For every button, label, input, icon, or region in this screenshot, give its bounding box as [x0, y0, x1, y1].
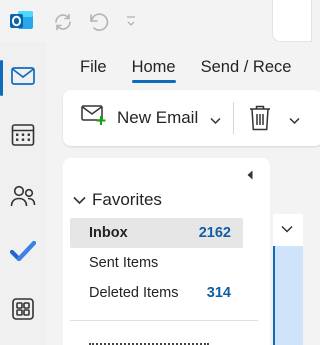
unread-count: 2162	[198, 225, 231, 241]
ribbon-toolbar: New Email	[63, 90, 320, 146]
favorites-label: Favorites	[92, 190, 162, 209]
folder-label: Inbox	[89, 225, 128, 241]
delete-dropdown-icon[interactable]	[289, 112, 300, 130]
sync-icon[interactable]	[52, 11, 74, 33]
message-list	[273, 214, 303, 345]
rail-item-mail[interactable]	[0, 56, 46, 100]
folder-pane: Favorites Inbox 2162 Sent Items Deleted …	[63, 158, 270, 345]
favorites-header[interactable]: Favorites	[73, 190, 162, 210]
collapse-pane-icon[interactable]	[245, 168, 255, 186]
new-email-label: New Email	[117, 107, 199, 127]
folder-label: Deleted Items	[89, 285, 179, 301]
rail-item-todo[interactable]	[0, 231, 46, 275]
tab-file[interactable]: File	[80, 58, 107, 83]
apps-icon	[12, 297, 34, 325]
new-email-button[interactable]: New Email	[81, 104, 198, 131]
ribbon-tabs: File Home Send / Rece	[80, 58, 316, 83]
todo-check-icon	[9, 240, 37, 266]
filter-chevron-down-icon[interactable]	[281, 220, 293, 238]
outlook-logo-icon	[10, 10, 34, 32]
new-email-icon	[81, 104, 107, 131]
rail-item-apps[interactable]	[0, 289, 46, 333]
unread-count: 314	[206, 285, 231, 301]
outlook-window: File Home Send / Rece New Email Favorite…	[0, 0, 320, 345]
trash-icon[interactable]	[249, 105, 271, 136]
mail-icon	[11, 66, 35, 90]
undo-icon[interactable]	[87, 11, 109, 33]
search-box[interactable]	[272, 0, 312, 42]
rail-item-people[interactable]	[0, 176, 46, 220]
folder-label: Sent Items	[89, 255, 159, 271]
tab-home[interactable]: Home	[131, 58, 176, 83]
folder-item-sent[interactable]: Sent Items	[70, 248, 243, 278]
folder-divider	[70, 320, 258, 321]
calendar-icon	[11, 123, 35, 152]
rail-item-calendar[interactable]	[0, 115, 46, 159]
people-icon	[10, 185, 36, 212]
tab-send-receive[interactable]: Send / Rece	[201, 58, 292, 83]
chevron-down-icon	[73, 190, 86, 210]
customize-dropdown-icon[interactable]	[125, 14, 137, 28]
new-email-dropdown-icon[interactable]	[210, 112, 221, 130]
folder-item-deleted[interactable]: Deleted Items 314	[70, 278, 243, 308]
ribbon-divider	[233, 102, 234, 134]
folder-item-inbox[interactable]: Inbox 2162	[70, 218, 243, 248]
account-header-partial	[89, 336, 209, 345]
selected-message-row[interactable]	[273, 246, 303, 345]
